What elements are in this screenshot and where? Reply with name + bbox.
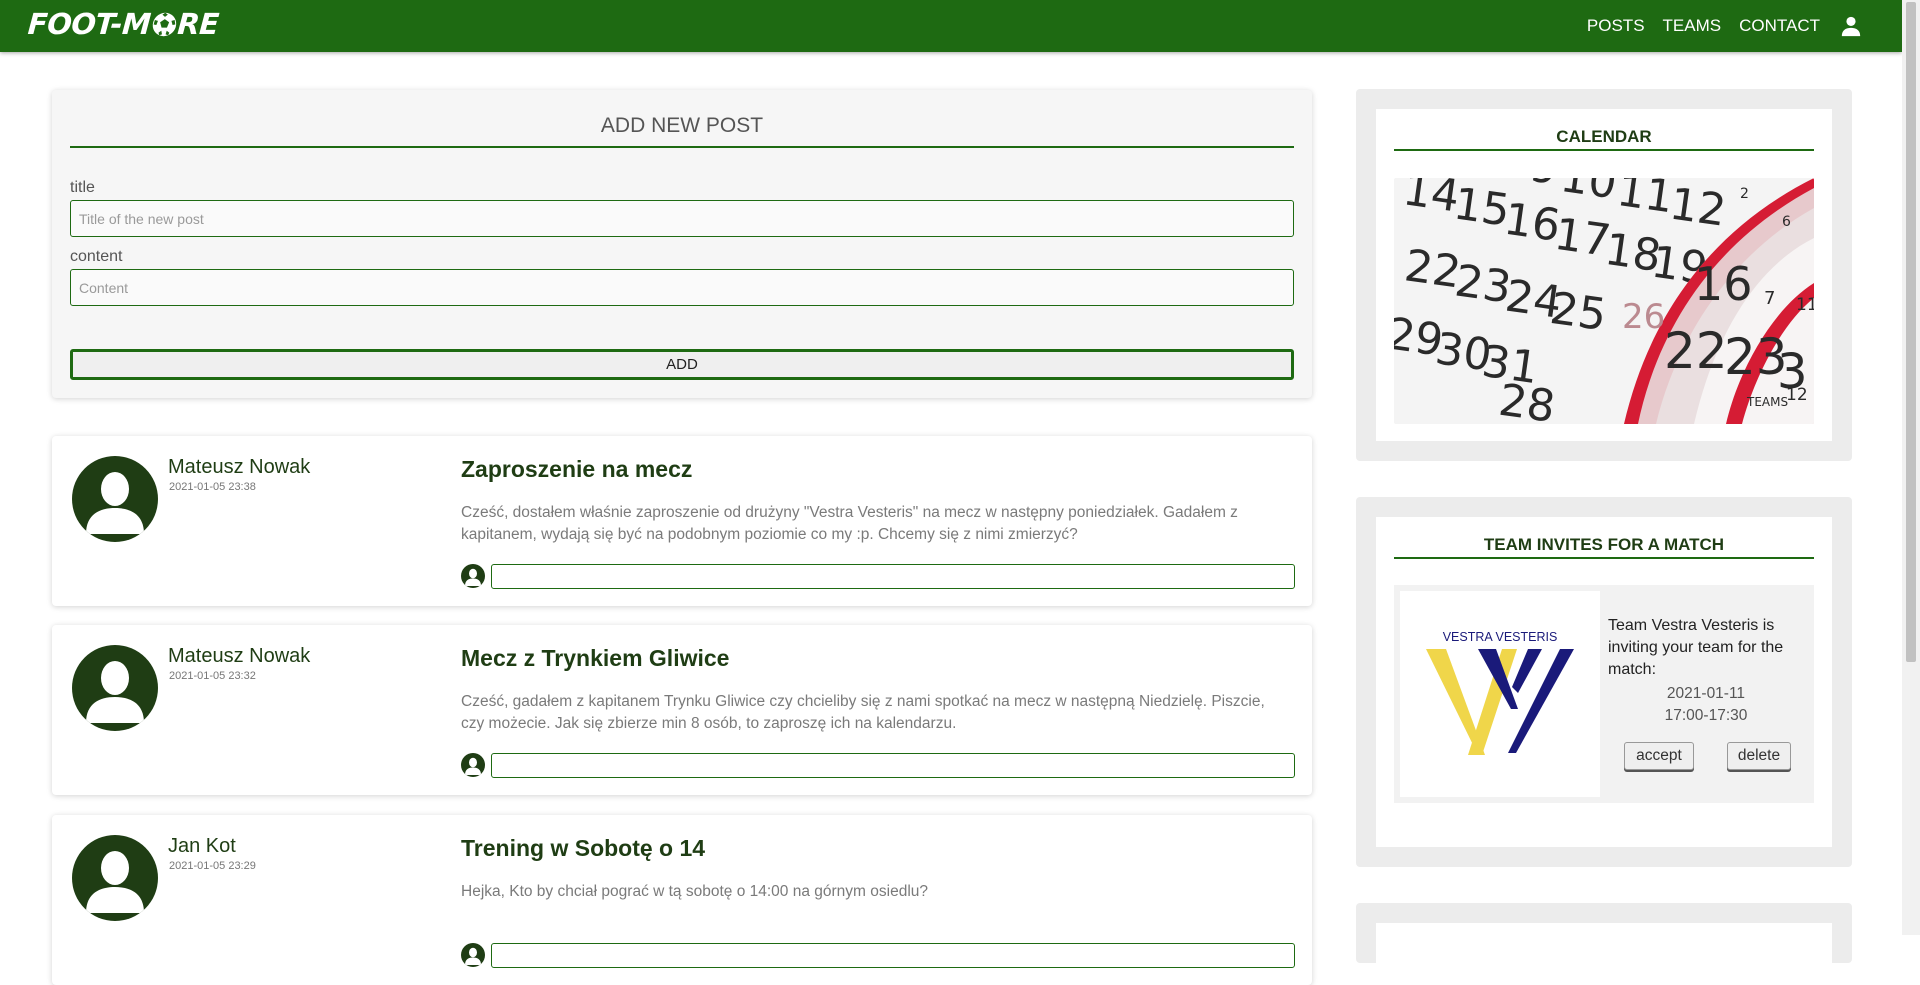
calendar-inner: CALENDAR 9 10 11 12 14 15 16 17 18 19 22… [1376, 109, 1832, 441]
vestra-vesteris-logo: VESTRA VESTERIS [1426, 630, 1574, 755]
invite-time: 17:00-17:30 [1664, 707, 1748, 724]
post-content: Cześć, dostałem właśnie zaproszenie od d… [461, 504, 1238, 543]
author-avatar [72, 835, 158, 921]
site-logo[interactable]: FOOT-M RE [27, 7, 220, 41]
user-silhouette-icon [465, 568, 481, 586]
user-silhouette-icon [86, 851, 144, 913]
content-label: content [70, 248, 123, 265]
title-label: title [70, 179, 95, 196]
commenter-avatar [461, 753, 485, 777]
post-title-input[interactable] [70, 200, 1294, 237]
user-silhouette-icon [465, 947, 481, 965]
nav-contact[interactable]: CONTACT [1739, 16, 1820, 36]
page-scrollbar[interactable] [1902, 0, 1920, 935]
commenter-avatar [461, 943, 485, 967]
post-content-input[interactable] [70, 269, 1294, 306]
delete-invite-button[interactable]: delete [1727, 742, 1791, 770]
user-silhouette-icon [465, 757, 481, 775]
add-post-button[interactable]: ADD [70, 349, 1294, 380]
accept-invite-button[interactable]: accept [1624, 742, 1694, 770]
cal-num: 11 [1796, 295, 1814, 315]
post-content: Cześć, gadałem z kapitanem Trynku Gliwic… [461, 693, 1265, 732]
comment-input[interactable] [491, 943, 1295, 968]
team-logo-text: VESTRA VESTERIS [1443, 630, 1558, 644]
post-content: Hejka, Kto by chciał pograć w tą sobotę … [461, 883, 928, 900]
team-invites-heading: TEAM INVITES FOR A MATCH [1394, 535, 1814, 559]
invite-card: VESTRA VESTERIS Team Vestra Vesteris is … [1394, 585, 1814, 803]
user-silhouette-icon [86, 661, 144, 723]
nav-posts[interactable]: POSTS [1587, 16, 1645, 36]
invite-date: 2021-01-11 [1666, 685, 1746, 702]
main-nav: POSTS TEAMS CONTACT [1569, 0, 1862, 52]
team-invites-inner: TEAM INVITES FOR A MATCH VESTRA VESTERIS… [1376, 517, 1832, 847]
cal-num: 6 [1782, 214, 1791, 230]
post-card: Mateusz Nowak 2021-01-05 23:38 Zaproszen… [52, 436, 1312, 606]
sidebar-widget-next-inner [1376, 923, 1832, 963]
author-avatar [72, 645, 158, 731]
sidebar-widget-next [1356, 903, 1852, 963]
cal-num: 12 [1786, 385, 1808, 405]
post-card: Jan Kot 2021-01-05 23:29 Trening w Sobot… [52, 815, 1312, 985]
post-author[interactable]: Mateusz Nowak [168, 456, 310, 479]
user-silhouette-icon [86, 472, 144, 534]
cal-num: 28 [1496, 375, 1559, 424]
commenter-avatar [461, 564, 485, 588]
cal-num: 22 [1664, 322, 1728, 380]
post-author[interactable]: Mateusz Nowak [168, 645, 310, 668]
calendar-widget: CALENDAR 9 10 11 12 14 15 16 17 18 19 22… [1356, 89, 1852, 461]
post-date: 2021-01-05 23:29 [169, 860, 256, 872]
comment-input[interactable] [491, 753, 1295, 778]
comment-input[interactable] [491, 564, 1295, 589]
nav-teams[interactable]: TEAMS [1663, 16, 1722, 36]
calendar-image[interactable]: 9 10 11 12 14 15 16 17 18 19 22 23 24 25… [1394, 178, 1814, 424]
author-avatar [72, 456, 158, 542]
invite-datetime: 2021-01-11 17:00-17:30 [1608, 683, 1804, 727]
cal-label: TEAMS [1746, 395, 1788, 409]
top-navbar: FOOT-M RE POSTS TEAMS CONTACT [0, 0, 1902, 52]
post-date: 2021-01-05 23:38 [169, 481, 256, 493]
cal-num: 12 [1667, 179, 1730, 237]
logo-text-right: RE [176, 7, 220, 41]
cal-num: 11 [1614, 178, 1677, 223]
post-author[interactable]: Jan Kot [168, 835, 236, 858]
add-post-heading: ADD NEW POST [70, 114, 1294, 148]
cal-num: 7 [1764, 288, 1775, 309]
team-invites-widget: TEAM INVITES FOR A MATCH VESTRA VESTERIS… [1356, 497, 1852, 867]
scrollbar-thumb[interactable] [1906, 2, 1916, 662]
soccer-ball-icon [152, 12, 176, 37]
calendar-heading: CALENDAR [1394, 127, 1814, 151]
post-card: Mateusz Nowak 2021-01-05 23:32 Mecz z Tr… [52, 625, 1312, 795]
cal-num: 26 [1622, 297, 1665, 337]
add-post-panel: ADD NEW POST title content ADD [52, 90, 1312, 398]
cal-num: 25 [1547, 283, 1610, 341]
post-title[interactable]: Mecz z Trynkiem Gliwice [461, 645, 729, 672]
user-account-icon[interactable] [1840, 15, 1862, 37]
post-date: 2021-01-05 23:32 [169, 670, 256, 682]
post-title[interactable]: Zaproszenie na mecz [461, 456, 692, 483]
calendar-illustration: 9 10 11 12 14 15 16 17 18 19 22 23 24 25… [1394, 178, 1814, 424]
logo-text-left: FOOT-M [26, 7, 152, 41]
post-title[interactable]: Trening w Sobotę o 14 [461, 835, 705, 862]
cal-num: 16 [1694, 257, 1753, 311]
team-logo: VESTRA VESTERIS [1400, 591, 1600, 797]
invite-message: Team Vestra Vesteris is inviting your te… [1608, 617, 1784, 678]
cal-num: 2 [1740, 186, 1749, 202]
